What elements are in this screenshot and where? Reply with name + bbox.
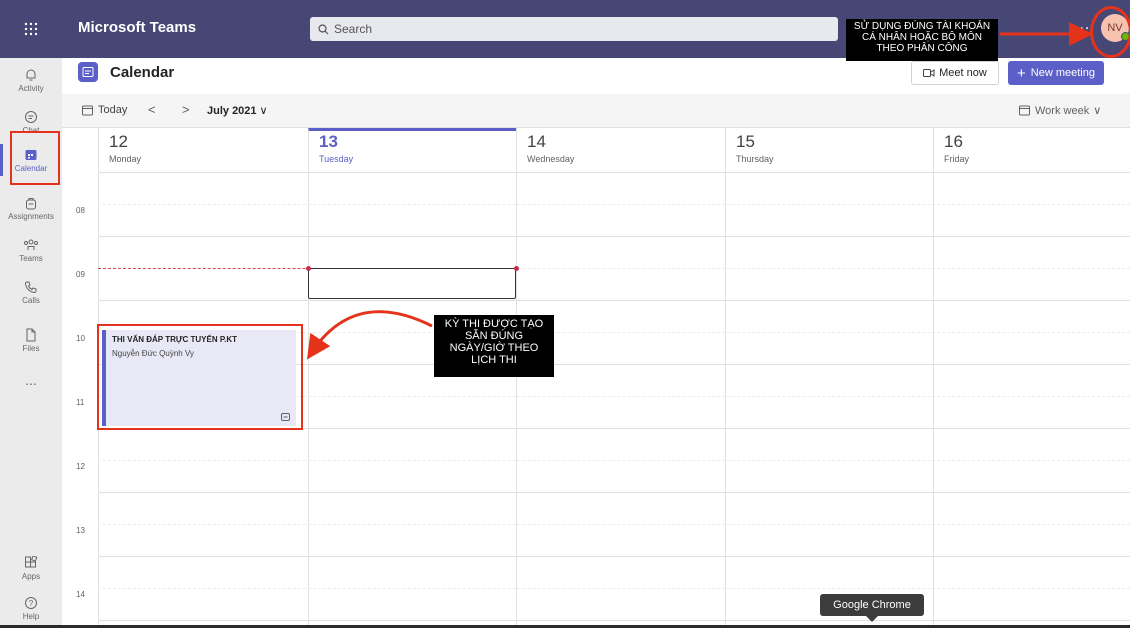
rail-item-assignments[interactable]: Assignments — [0, 186, 62, 230]
hour-divider — [98, 236, 1130, 237]
half-hour-divider — [98, 524, 1130, 525]
day-number: 16 — [944, 132, 963, 151]
rail-item-label: Help — [22, 611, 40, 621]
chevron-down-icon: ∨ — [1093, 105, 1102, 117]
column-divider — [516, 172, 517, 628]
rail-item-label: Assignments — [8, 211, 54, 221]
hour-label: 10 — [76, 334, 85, 343]
more-icon: ... — [25, 372, 37, 388]
phone-icon — [24, 281, 37, 293]
rail-item-activity[interactable]: Activity — [0, 58, 62, 102]
video-icon — [923, 69, 935, 77]
day-header-wednesday[interactable]: 14 Wednesday — [516, 128, 725, 172]
calendar-header: Calendar Meet now + New meeting — [62, 58, 1130, 94]
hour-divider — [98, 556, 1130, 557]
rail-item-teams[interactable]: Teams — [0, 228, 62, 272]
chat-icon — [25, 110, 37, 123]
half-hour-divider — [98, 588, 1130, 589]
account-annotation: SỬ DỤNG ĐÚNG TÀI KHOẢN CÁ NHÂN HOẶC BỘ M… — [846, 19, 998, 61]
chevron-down-icon: ∨ — [259, 105, 268, 117]
day-header-monday[interactable]: 12 Monday — [98, 128, 308, 172]
selected-time-slot[interactable] — [308, 268, 516, 299]
hour-label: 09 — [76, 270, 85, 279]
column-divider — [308, 172, 309, 628]
calendar-highlight-box — [10, 131, 60, 185]
search-icon — [318, 23, 329, 34]
meet-now-button[interactable]: Meet now — [911, 61, 999, 85]
apps-icon — [25, 555, 38, 567]
day-number: 13 — [319, 132, 338, 151]
rail-item-more[interactable]: ... — [0, 358, 62, 402]
previous-week-button[interactable]: < — [148, 102, 156, 117]
rail-item-label: Teams — [19, 253, 43, 263]
rail-item-calls[interactable]: Calls — [0, 270, 62, 314]
column-divider — [933, 172, 934, 628]
backpack-icon — [26, 197, 36, 209]
rail-item-files[interactable]: Files — [0, 318, 62, 362]
hour-label: 08 — [76, 206, 85, 215]
day-number: 15 — [736, 132, 755, 151]
view-selector[interactable]: Work week ∨ — [1019, 104, 1101, 117]
search-placeholder: Search — [334, 22, 373, 36]
current-time-dot — [306, 266, 311, 271]
calendar-today-icon — [82, 105, 93, 115]
next-week-button[interactable]: > — [182, 102, 190, 117]
rail-item-label: Activity — [18, 83, 44, 93]
search-input[interactable]: Search — [310, 17, 838, 41]
hour-divider — [98, 172, 1130, 173]
day-name: Tuesday — [319, 154, 354, 164]
hour-label: 13 — [76, 526, 85, 535]
day-header-tuesday[interactable]: 13 Tuesday — [308, 128, 516, 172]
calendar-toolbar: Today < > July 2021 ∨ Work week ∨ — [62, 94, 1130, 128]
day-name: Friday — [944, 154, 970, 164]
calendar-header-icon — [78, 62, 98, 82]
bell-icon — [26, 69, 36, 80]
day-header-thursday[interactable]: 15 Thursday — [725, 128, 933, 172]
view-label: Work week — [1035, 104, 1090, 117]
hour-divider — [98, 300, 1130, 301]
help-icon: ? — [25, 596, 37, 609]
page-title: Calendar — [110, 64, 175, 81]
avatar-highlight-circle — [1090, 6, 1130, 58]
hour-divider — [98, 492, 1130, 493]
hour-divider — [98, 620, 1130, 621]
day-name: Monday — [109, 154, 142, 164]
work-week-icon — [1019, 105, 1030, 116]
svg-text:?: ? — [29, 599, 34, 608]
rail-item-help[interactable]: ? Help — [0, 586, 62, 628]
new-meeting-label: New meeting — [1030, 67, 1095, 79]
month-selector[interactable]: July 2021 ∨ — [207, 104, 268, 117]
hour-label: 11 — [76, 398, 85, 407]
day-header-friday[interactable]: 16 Friday — [933, 128, 1130, 172]
rail-item-apps[interactable]: Apps — [0, 546, 62, 590]
day-name: Thursday — [736, 154, 774, 164]
more-options-button[interactable]: ... — [1074, 16, 1090, 34]
today-button[interactable]: Today — [82, 104, 127, 116]
teams-icon — [24, 239, 38, 250]
chrome-tooltip: Google Chrome — [820, 594, 924, 622]
half-hour-divider — [98, 460, 1130, 461]
file-icon — [26, 328, 36, 341]
app-launcher-icon[interactable] — [0, 0, 62, 58]
event-highlight-box — [97, 324, 303, 430]
hour-label: 12 — [76, 462, 85, 471]
plus-icon: + — [1017, 64, 1026, 82]
hour-label: 14 — [76, 590, 85, 599]
rail-item-label: Calls — [22, 295, 40, 305]
today-label: Today — [98, 104, 128, 116]
half-hour-divider — [98, 204, 1130, 205]
current-time-dot — [514, 266, 519, 271]
new-meeting-button[interactable]: + New meeting — [1008, 61, 1104, 85]
day-number: 12 — [109, 132, 128, 151]
rail-item-label: Files — [22, 343, 40, 353]
day-name: Wednesday — [527, 154, 575, 164]
meet-now-label: Meet now — [939, 67, 987, 79]
exam-annotation: KỲ THI ĐƯỢC TẠO SẴN ĐÚNG NGÀY/GIỜ THEO L… — [434, 315, 554, 377]
teams-window: Microsoft Teams Search ... NV Activity C… — [0, 0, 1130, 628]
app-title: Microsoft Teams — [78, 19, 197, 36]
day-number: 14 — [527, 132, 546, 151]
month-label: July 2021 — [207, 105, 257, 117]
column-divider — [725, 172, 726, 628]
rail-item-label: Apps — [21, 571, 41, 581]
